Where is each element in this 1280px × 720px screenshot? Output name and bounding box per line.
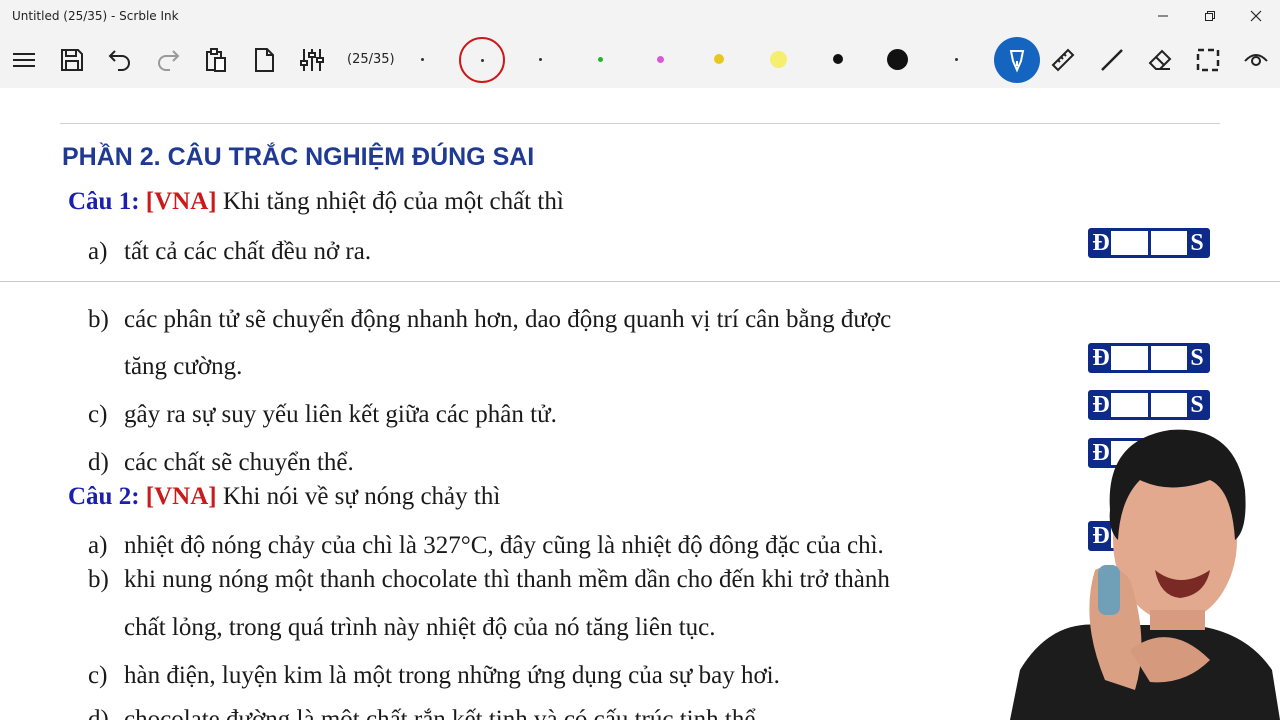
save-button[interactable]: [52, 40, 92, 80]
option-text: các chất sẽ chuyển thể.: [124, 449, 354, 476]
page-break: [0, 281, 1280, 282]
false-label: S: [1187, 392, 1207, 418]
false-label: S: [1187, 345, 1207, 371]
true-label: Đ: [1091, 391, 1111, 418]
undo-button[interactable]: [100, 40, 140, 80]
paste-button[interactable]: [196, 40, 236, 80]
pen-size-swatch-large[interactable]: [887, 49, 908, 70]
selection-button[interactable]: [1188, 40, 1228, 80]
pen-color-swatch-selected[interactable]: [481, 59, 484, 62]
save-icon: [61, 49, 83, 71]
question-1: Câu 1: [VNA] Khi tăng nhiệt độ của một c…: [68, 188, 564, 216]
pen-tool-button[interactable]: [994, 37, 1040, 83]
document-canvas[interactable]: PHẦN 2. CÂU TRẮC NGHIỆM ĐÚNG SAI Câu 1: …: [0, 88, 1280, 720]
redo-button[interactable]: [148, 40, 188, 80]
line-tool-button[interactable]: [1092, 40, 1132, 80]
option-letter: a): [88, 238, 108, 265]
false-cell[interactable]: [1151, 231, 1188, 255]
true-label: Đ: [1091, 344, 1111, 371]
true-cell[interactable]: [1111, 346, 1151, 370]
minimize-button[interactable]: [1140, 0, 1186, 32]
view-button[interactable]: [1236, 40, 1276, 80]
pen-size-swatch-small[interactable]: [955, 58, 958, 61]
question-tag: [VNA]: [145, 483, 217, 510]
option-text: các phân tử sẽ chuyển động nhanh hơn, da…: [124, 306, 892, 333]
question-tag: [VNA]: [145, 188, 217, 215]
undo-icon: [108, 50, 130, 71]
minimize-icon: [1158, 15, 1168, 17]
eraser-icon: [1148, 49, 1172, 70]
question-stem: Khi nói về sự nóng chảy thì: [222, 483, 501, 510]
ruler-icon: [1051, 48, 1075, 72]
window-title: Untitled (25/35) - Scrble Ink: [12, 9, 179, 23]
pen-color-swatch-pink[interactable]: [657, 56, 664, 63]
option-letter: a): [88, 532, 108, 559]
close-button[interactable]: [1233, 0, 1279, 32]
page-divider: [60, 123, 1220, 124]
section-title: PHẦN 2. CÂU TRẮC NGHIỆM ĐÚNG SAI: [62, 143, 535, 171]
settings-sliders-button[interactable]: [292, 40, 332, 80]
pen-color-swatch-dark[interactable]: [539, 58, 542, 61]
option-letter: b): [88, 306, 109, 333]
true-cell[interactable]: [1111, 393, 1151, 417]
pen-icon: [1009, 50, 1025, 73]
title-bar: Untitled (25/35) - Scrble Ink: [0, 0, 1280, 32]
question-2: Câu 2: [VNA] Khi nói về sự nóng chảy thì: [68, 483, 500, 511]
view-icon: [1244, 54, 1268, 66]
new-page-icon: [255, 48, 274, 72]
restore-button[interactable]: [1187, 0, 1233, 32]
restore-icon: [1205, 11, 1215, 21]
false-cell[interactable]: [1151, 346, 1188, 370]
question-stem: Khi tăng nhiệt độ của một chất thì: [222, 188, 564, 215]
pen-color-swatch-yellow[interactable]: [714, 54, 724, 64]
line-icon: [1101, 49, 1123, 71]
false-cell[interactable]: [1151, 393, 1188, 417]
option-letter: d): [88, 449, 109, 476]
option-text-continued: tăng cường.: [124, 353, 243, 380]
question-label: Câu 1:: [68, 188, 140, 215]
eraser-button[interactable]: [1140, 40, 1180, 80]
ruler-button[interactable]: [1043, 40, 1083, 80]
option-text: nhiệt độ nóng chảy của chì là 327°C, đây…: [124, 532, 884, 559]
new-page-button[interactable]: [244, 40, 284, 80]
true-false-box[interactable]: ĐS: [1088, 228, 1210, 258]
option-letter: b): [88, 566, 109, 593]
paste-icon: [206, 48, 226, 72]
option-text: hàn điện, luyện kim là một trong những ứ…: [124, 662, 780, 689]
option-text: gây ra sự suy yếu liên kết giữa các phân…: [124, 401, 557, 428]
true-cell[interactable]: [1111, 231, 1151, 255]
pen-size-swatch-medium[interactable]: [833, 54, 843, 64]
false-label: S: [1187, 230, 1207, 256]
option-text: tất cả các chất đều nở ra.: [124, 238, 372, 265]
option-letter: c): [88, 401, 108, 428]
settings-sliders-icon: [300, 49, 324, 71]
presenter-webcam-overlay: [1010, 429, 1280, 720]
selection-icon: [1196, 48, 1220, 72]
true-label: Đ: [1091, 229, 1111, 256]
option-letter: d): [88, 706, 109, 720]
question-label: Câu 2:: [68, 483, 140, 510]
menu-icon: [13, 53, 35, 67]
toolbar: (25/35): [0, 32, 1280, 88]
option-text-continued: chất lỏng, trong quá trình này nhiệt độ …: [124, 614, 716, 641]
pen-color-swatch-green[interactable]: [598, 57, 603, 62]
pen-size-swatch-1[interactable]: [421, 58, 424, 61]
option-text: chocolate đường là một chất rắn kết tinh…: [124, 706, 762, 720]
option-letter: c): [88, 662, 108, 689]
pen-color-swatch-light-yellow[interactable]: [770, 51, 787, 68]
option-text: khi nung nóng một thanh chocolate thì th…: [124, 566, 890, 593]
true-false-box[interactable]: ĐS: [1088, 343, 1210, 373]
true-false-box[interactable]: ĐS: [1088, 390, 1210, 420]
redo-icon: [158, 50, 180, 71]
menu-button[interactable]: [4, 40, 44, 80]
close-icon: [1250, 10, 1262, 22]
page-counter: (25/35): [347, 52, 395, 67]
